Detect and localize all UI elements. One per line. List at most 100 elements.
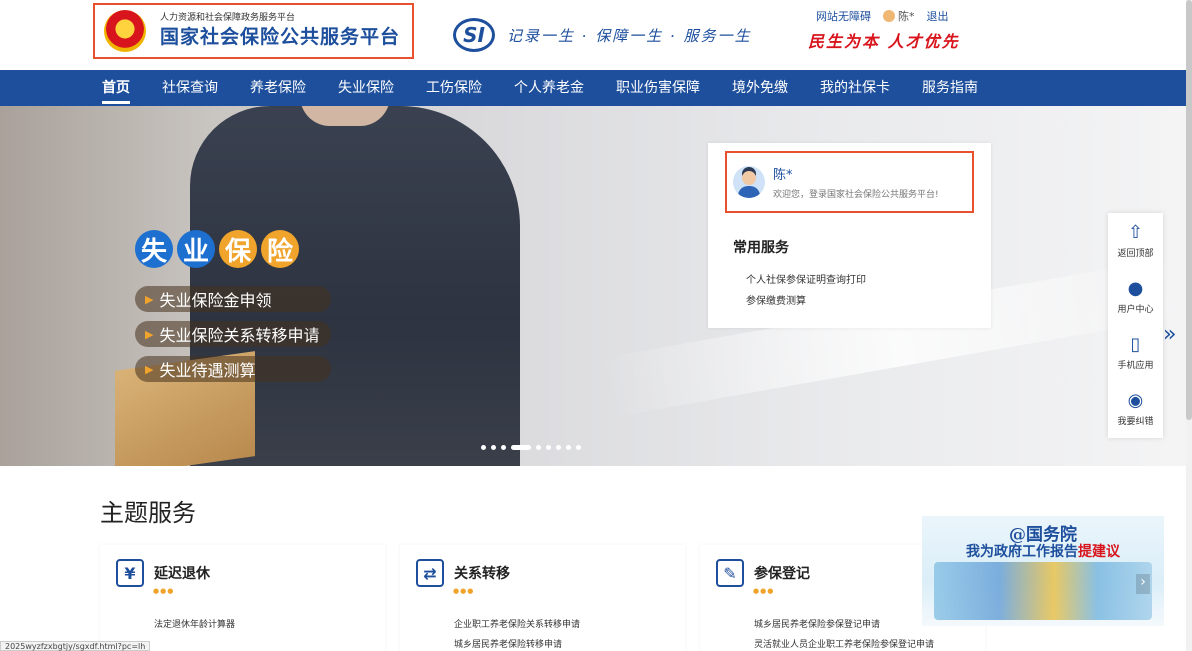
- theme-card-title: 参保登记: [754, 566, 810, 582]
- user-info-texts: 陈* 欢迎您，登录国家社会保险公共服务平台!: [773, 164, 939, 200]
- scrollbar-thumb[interactable]: [1186, 0, 1192, 420]
- logo-subtitle: 人力资源和社会保障政务服务平台: [160, 13, 296, 23]
- logo-texts: 人力资源和社会保障政务服务平台 国家社会保险公共服务平台: [160, 12, 400, 50]
- banner-menu-label: 失业待遇测算: [159, 361, 256, 380]
- decor-dots-icon: ●●●: [753, 587, 775, 595]
- red-slogan: 民生为本 人才优先: [808, 32, 960, 51]
- theme-card-head[interactable]: ✎ 参保登记: [716, 559, 810, 587]
- carousel-dots: [481, 445, 581, 450]
- promo-banner[interactable]: @国务院 我为政府工作报告提建议: [922, 516, 1164, 626]
- banner-title-char: 失: [135, 230, 173, 268]
- user-card: 陈* 欢迎您，登录国家社会保险公共服务平台! 常用服务 个人社保参保证明查询打印…: [708, 143, 991, 328]
- theme-card-link[interactable]: 灵活就业人员企业职工养老保险参保登记申请: [754, 637, 934, 650]
- banner-menu-label: 失业保险金申领: [159, 291, 272, 310]
- nav-item-4[interactable]: 工伤保险: [426, 70, 482, 106]
- accessibility-link[interactable]: 网站无障碍: [816, 8, 871, 24]
- carousel-dot-active[interactable]: [511, 445, 531, 450]
- page: 人力资源和社会保障政务服务平台 国家社会保险公共服务平台 SI 记录一生 · 保…: [0, 0, 1192, 651]
- side-item-label: 用户中心: [1117, 305, 1154, 315]
- theme-card-head[interactable]: ⇄ 关系转移: [416, 559, 510, 587]
- status-url: 2025wyzfzxbgtjy/sgxdf.html?pc=lh: [0, 641, 151, 651]
- theme-card-link[interactable]: 法定退休年龄计算器: [154, 617, 235, 630]
- promo-line2: 我为政府工作报告提建议: [922, 541, 1164, 561]
- banner-menu-item[interactable]: ▶ 失业保险金申领: [135, 286, 332, 312]
- si-mark-icon: SI: [453, 18, 495, 52]
- carousel-dot[interactable]: [536, 445, 541, 450]
- register-icon: ✎: [716, 559, 744, 587]
- triangle-right-icon: ▶: [145, 327, 154, 341]
- decor-dots-icon: ●●●: [153, 587, 175, 595]
- side-item-label: 返回顶部: [1117, 249, 1154, 259]
- yen-icon: ¥: [116, 559, 144, 587]
- header: 人力资源和社会保障政务服务平台 国家社会保险公共服务平台 SI 记录一生 · 保…: [0, 0, 1192, 70]
- banner-title-char: 险: [261, 230, 299, 268]
- side-item-2[interactable]: ▯ 手机应用: [1108, 325, 1163, 381]
- section-title: 主题服务: [100, 499, 196, 527]
- main-nav: 首页 社保查询 养老保险 失业保险 工伤保险 个人养老金 职业伤害保障 境外免缴 我的社保卡 服务…: [0, 70, 1186, 106]
- avatar: [733, 166, 765, 198]
- nav-item-9[interactable]: 服务指南: [922, 70, 978, 106]
- carousel-dot[interactable]: [501, 445, 506, 450]
- triangle-right-icon: ▶: [145, 292, 154, 306]
- banner-menu-item[interactable]: ▶ 失业保险关系转移申请: [135, 321, 332, 347]
- theme-card-title: 延迟退休: [154, 566, 210, 582]
- nav-item-5[interactable]: 个人养老金: [514, 70, 584, 106]
- theme-card-link[interactable]: 城乡居民养老保险参保登记申请: [754, 617, 880, 630]
- promo-line2-highlight: 提建议: [1078, 544, 1120, 560]
- national-emblem-icon: [104, 10, 146, 52]
- banner-title-char: 业: [177, 230, 215, 268]
- theme-card-0: ¥ 延迟退休 ●●● 法定退休年龄计算器: [100, 545, 385, 651]
- common-services-title: 常用服务: [733, 240, 789, 256]
- user-icon: [883, 10, 895, 22]
- service-link-calculator[interactable]: 参保缴费测算: [746, 292, 806, 307]
- user-icon: ●: [1127, 278, 1144, 299]
- promo-next-icon[interactable]: ›: [1136, 574, 1150, 594]
- carousel-dot[interactable]: [491, 445, 496, 450]
- banner-menu-label: 失业保险关系转移申请: [159, 326, 320, 345]
- nav-item-1[interactable]: 社保查询: [162, 70, 218, 106]
- carousel-dot[interactable]: [481, 445, 486, 450]
- top-links: 网站无障碍 陈* 退出: [816, 8, 949, 24]
- theme-card-1: ⇄ 关系转移 ●●● 企业职工养老保险关系转移申请 城乡居民养老保险转移申请: [400, 545, 685, 651]
- side-item-0[interactable]: ⇧ 返回顶部: [1108, 213, 1163, 269]
- side-item-3[interactable]: ◉ 我要纠错: [1108, 381, 1163, 437]
- decor-dots-icon: ●●●: [453, 587, 475, 595]
- phone-icon: ▯: [1130, 334, 1141, 355]
- side-item-1[interactable]: ● 用户中心: [1108, 269, 1163, 325]
- user-name: 陈*: [773, 168, 793, 183]
- user-info[interactable]: 陈* 欢迎您，登录国家社会保险公共服务平台!: [725, 151, 974, 213]
- carousel-dot[interactable]: [546, 445, 551, 450]
- theme-card-link[interactable]: 企业职工养老保险关系转移申请: [454, 617, 580, 630]
- logout-link[interactable]: 退出: [927, 8, 949, 24]
- expand-chevron-icon[interactable]: »: [1163, 322, 1176, 347]
- theme-card-link[interactable]: 城乡居民养老保险转移申请: [454, 637, 562, 650]
- nav-item-6[interactable]: 职业伤害保障: [616, 70, 700, 106]
- si-slogan: 记录一生 · 保障一生 · 服务一生: [507, 26, 752, 45]
- header-user[interactable]: 陈*: [883, 8, 915, 24]
- nav-item-8[interactable]: 我的社保卡: [820, 70, 890, 106]
- site-logo[interactable]: 人力资源和社会保障政务服务平台 国家社会保险公共服务平台: [93, 3, 414, 59]
- theme-card-head[interactable]: ¥ 延迟退休: [116, 559, 210, 587]
- feedback-icon: ◉: [1127, 390, 1144, 411]
- banner-title: 失业保险: [135, 230, 299, 268]
- side-toolbar: ⇧ 返回顶部 ● 用户中心 ▯ 手机应用 ◉ 我要纠错: [1108, 213, 1163, 438]
- nav-item-2[interactable]: 养老保险: [250, 70, 306, 106]
- carousel-dot[interactable]: [576, 445, 581, 450]
- side-item-label: 手机应用: [1117, 361, 1154, 371]
- carousel-dot[interactable]: [566, 445, 571, 450]
- service-link-certificate[interactable]: 个人社保参保证明查询打印: [746, 271, 866, 286]
- nav-item-0[interactable]: 首页: [102, 70, 130, 106]
- promo-line2-prefix: 我为政府工作报告: [966, 544, 1078, 560]
- carousel-dot[interactable]: [556, 445, 561, 450]
- promo-city-image: [934, 562, 1152, 620]
- banner-title-char: 保: [219, 230, 257, 268]
- banner-carousel[interactable]: 失业保险 ▶ 失业保险金申领 ▶ 失业保险关系转移申请 ▶ 失业待遇测算: [0, 106, 1186, 466]
- theme-card-title: 关系转移: [454, 566, 510, 582]
- nav-item-3[interactable]: 失业保险: [338, 70, 394, 106]
- nav-item-7[interactable]: 境外免缴: [732, 70, 788, 106]
- banner-menu-item[interactable]: ▶ 失业待遇测算: [135, 356, 332, 382]
- triangle-right-icon: ▶: [145, 362, 154, 376]
- header-user-name: 陈*: [898, 10, 915, 23]
- welcome-text: 欢迎您，登录国家社会保险公共服务平台!: [773, 190, 939, 200]
- side-item-label: 我要纠错: [1117, 417, 1154, 427]
